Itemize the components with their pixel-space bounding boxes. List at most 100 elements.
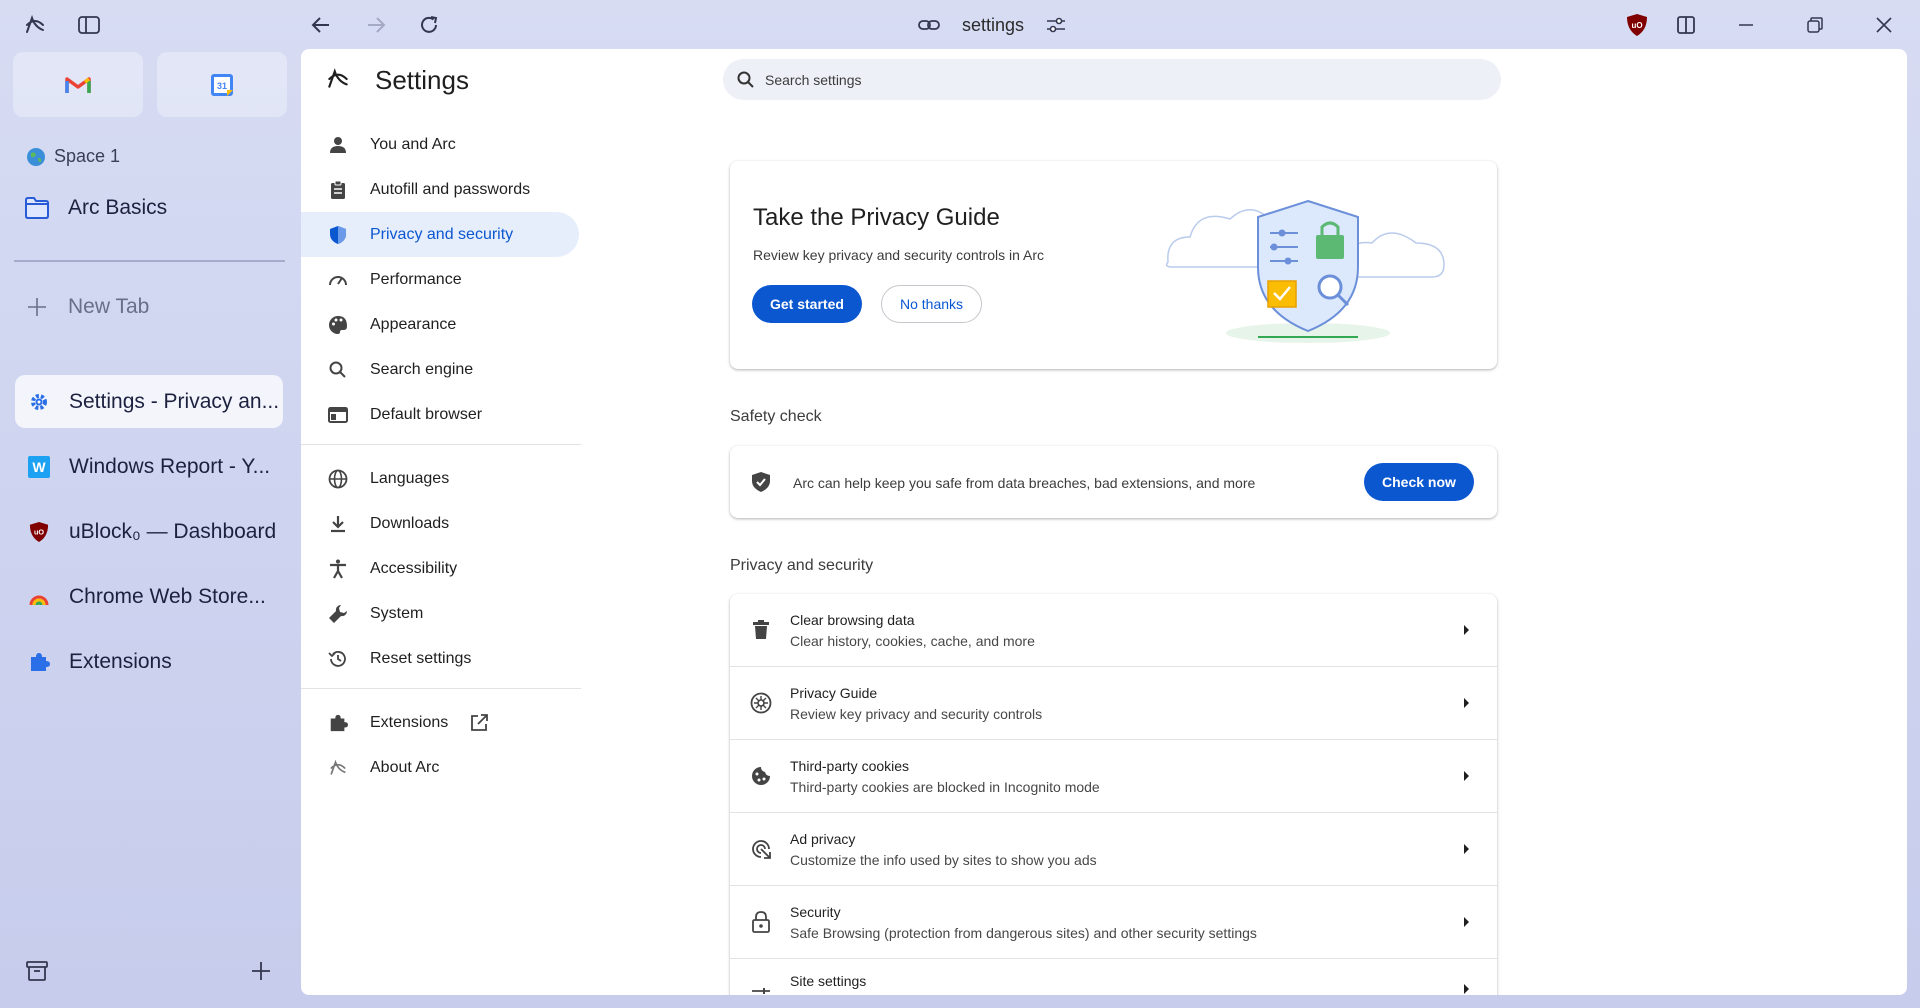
sidebar-tab-extensions[interactable]: Extensions [15,635,283,688]
nav-label: Privacy and security [370,225,514,243]
row-subtitle: Customize the info used by sites to show… [790,851,1097,868]
ublock-extension-icon[interactable]: uO [1623,11,1651,39]
settings-page: Settings You and Arc Autofill and passwo… [301,49,1907,995]
toggle-sidebar-icon[interactable] [75,11,103,39]
sidebar-tab-ublock[interactable]: uO uBlock₀ — Dashboard [15,505,283,558]
nav-label: Languages [370,469,450,487]
privacy-shield-illustration [1158,187,1458,347]
compass-icon [749,691,773,715]
arc-settings-logo-icon [324,66,352,92]
history-icon [328,649,348,669]
minimize-icon[interactable] [1732,11,1760,39]
wrench-icon [328,604,348,624]
chevron-right-icon [1464,698,1469,708]
search-input[interactable] [765,71,1465,88]
row-security[interactable]: Security Safe Browsing (protection from d… [730,886,1497,959]
search-icon [737,71,755,89]
space-label[interactable]: Space 1 [26,146,120,167]
row-third-party-cookies[interactable]: Third-party cookies Third-party cookies a… [730,740,1497,813]
top-bar: settings uO [0,0,1920,49]
calendar-icon: 31 [211,73,233,96]
restore-icon[interactable] [1801,11,1829,39]
nav-languages[interactable]: Languages [301,456,579,501]
privacy-guide-title: Take the Privacy Guide [753,204,1000,231]
privacy-list-card: Clear browsing data Clear history, cookie… [730,594,1497,995]
row-title: Site settings [790,973,867,989]
row-title: Ad privacy [790,830,856,847]
sidebar-divider [14,260,285,262]
nav-autofill[interactable]: Autofill and passwords [301,167,579,212]
sidebar-tab-chrome-web-store[interactable]: Chrome Web Store... [15,570,283,623]
pinned-calendar[interactable]: 31 [157,52,287,117]
nav-downloads[interactable]: Downloads [301,501,579,546]
nav-reset-settings[interactable]: Reset settings [301,636,579,681]
clipboard-icon [328,180,348,200]
add-space-icon[interactable] [247,957,275,985]
get-started-button[interactable]: Get started [752,285,862,323]
speedometer-icon [328,270,348,290]
nav-label: About Arc [370,758,440,776]
arc-logo-icon[interactable] [21,11,49,39]
nav-performance[interactable]: Performance [301,257,579,302]
trash-icon [749,618,773,642]
row-title: Privacy Guide [790,684,878,701]
row-title: Third-party cookies [790,757,910,774]
open-external-icon[interactable] [470,713,489,732]
nav-label: Performance [370,270,462,288]
nav-label: Accessibility [370,559,458,577]
safety-check-heading: Safety check [730,408,822,425]
check-now-button[interactable]: Check now [1364,463,1474,501]
nav-default-browser[interactable]: Default browser [301,392,579,437]
row-ad-privacy[interactable]: Ad privacy Customize the info used by sit… [730,813,1497,886]
nav-accessibility[interactable]: Accessibility [301,546,579,591]
search-box[interactable] [723,59,1501,100]
link-icon[interactable] [918,17,940,33]
row-title: Security [790,903,841,920]
palette-icon [328,315,348,335]
nav-label: Reset settings [370,649,472,667]
nav-system[interactable]: System [301,591,579,636]
nav-appearance[interactable]: Appearance [301,302,579,347]
nav-divider [301,444,581,445]
site-controls-icon[interactable] [1046,16,1066,34]
space-name: Space 1 [54,146,121,166]
folder-arc-basics[interactable]: Arc Basics [24,196,167,220]
forward-icon[interactable] [362,11,390,39]
row-privacy-guide[interactable]: Privacy Guide Review key privacy and secu… [730,667,1497,740]
privacy-section-heading: Privacy and security [730,557,874,574]
nav-label: Downloads [370,514,450,532]
no-thanks-button[interactable]: No thanks [881,285,983,323]
new-tab-button[interactable]: New Tab [26,295,149,319]
split-view-icon[interactable] [1672,11,1700,39]
nav-label: Search engine [370,360,474,378]
nav-search-engine[interactable]: Search engine [301,347,579,392]
reload-icon[interactable] [415,11,443,39]
back-icon[interactable] [307,11,335,39]
row-subtitle: Clear history, cookies, cache, and more [790,632,1035,649]
w-logo-icon: W [27,455,51,479]
url-bar[interactable]: settings [918,11,1066,39]
nav-extensions[interactable]: Extensions [301,700,579,745]
url-text[interactable]: settings [962,15,1024,36]
chevron-right-icon [1464,917,1469,927]
nav-label: Extensions [370,713,449,731]
row-clear-browsing-data[interactable]: Clear browsing data Clear history, cookie… [730,594,1497,667]
tab-label: Chrome Web Store... [69,584,266,608]
row-site-settings[interactable]: Site settings [730,959,1497,995]
close-icon[interactable] [1870,11,1898,39]
lock-icon [749,910,773,934]
sidebar-tab-windows-report[interactable]: W Windows Report - Y... [15,440,283,493]
svg-text:uO: uO [34,527,44,536]
privacy-guide-card: Take the Privacy Guide Review key privac… [730,161,1497,369]
svg-text:uO: uO [1631,21,1642,30]
sidebar: 31 Space 1 Arc Basics New Tab Settings -… [0,49,300,1008]
chevron-right-icon [1464,984,1469,994]
pinned-gmail[interactable] [13,52,143,117]
nav-privacy-security[interactable]: Privacy and security [301,212,579,257]
archive-icon[interactable] [23,957,51,985]
nav-you-and-arc[interactable]: You and Arc [301,122,579,167]
nav-about-arc[interactable]: About Arc [301,745,579,790]
sidebar-tab-settings[interactable]: Settings - Privacy an... [15,375,283,428]
download-icon [328,514,348,534]
chevron-right-icon [1464,844,1469,854]
